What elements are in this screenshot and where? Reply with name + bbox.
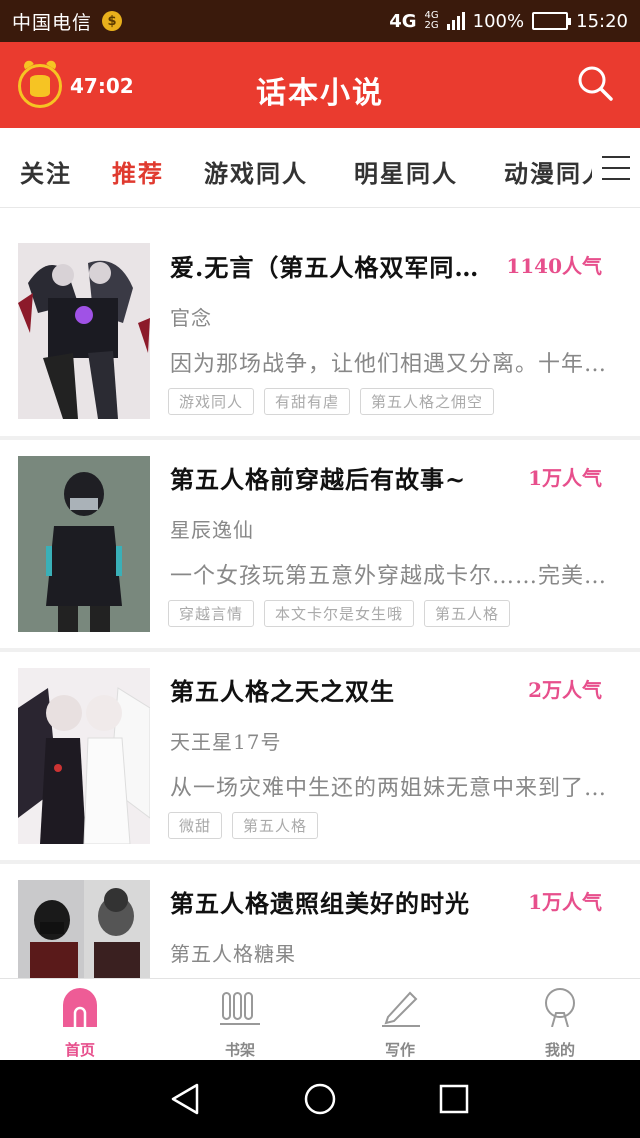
- book-tag[interactable]: 有甜有虐: [264, 388, 351, 415]
- network-small-bottom: 2G: [424, 20, 439, 31]
- book-title[interactable]: 第五人格遗照组美好的时光: [170, 884, 500, 919]
- app-title: 话本小说: [256, 76, 384, 111]
- tab-recommend[interactable]: 推荐: [112, 154, 164, 189]
- book-tag[interactable]: 穿越言情: [168, 600, 255, 627]
- recents-icon[interactable]: [437, 1082, 471, 1116]
- book-description: 因为那场战争，让他们相遇又分离。十年后……: [170, 352, 618, 377]
- book-tag[interactable]: 本文卡尔是女生哦: [264, 600, 415, 627]
- nav-profile[interactable]: 我的: [480, 979, 640, 1060]
- nav-home-label: 首页: [64, 1041, 95, 1059]
- bottom-navigation: 首页 书架 写作 我的: [0, 978, 640, 1060]
- book-title[interactable]: 第五人格之天之双生: [170, 672, 500, 707]
- app-header: 47:02 话本小说: [0, 42, 640, 128]
- book-tags: 穿越言情 本文卡尔是女生哦 第五人格: [168, 600, 511, 627]
- book-tag[interactable]: 第五人格: [424, 600, 511, 627]
- book-tag[interactable]: 第五人格之佣空: [360, 388, 495, 415]
- network-type: 4G: [389, 10, 417, 32]
- book-tag[interactable]: 游戏同人: [168, 388, 255, 415]
- book-card[interactable]: 第五人格之天之双生 2万人气 天王星17号 从一场灾难中生还的两姐妹无意中来到了…: [0, 652, 640, 864]
- search-icon[interactable]: [576, 64, 614, 102]
- book-cover[interactable]: [18, 668, 150, 844]
- bookshelf-icon: [220, 992, 260, 1025]
- book-list[interactable]: 爱.无言（第五人格双军同人） 1140人气 官念 因为那场战争，让他们相遇又分离…: [0, 208, 640, 978]
- carrier-name: 中国电信: [12, 11, 93, 34]
- book-tags: 游戏同人 有甜有虐 第五人格之佣空: [168, 388, 495, 415]
- nav-bookshelf-label: 书架: [224, 1041, 255, 1059]
- battery-icon: [532, 12, 572, 30]
- popularity-count: 1140人气: [506, 254, 602, 278]
- popularity-count: 1万人气: [528, 466, 602, 490]
- profile-icon: [545, 988, 575, 1027]
- nav-home[interactable]: 首页: [0, 979, 160, 1060]
- clock-time: 15:20: [576, 10, 628, 32]
- battery-percent: 100%: [472, 10, 525, 32]
- back-icon[interactable]: [169, 1082, 203, 1116]
- book-author[interactable]: 官念: [170, 302, 212, 331]
- coin-icon: $: [102, 11, 123, 31]
- home-icon: [63, 988, 97, 1027]
- book-card[interactable]: 第五人格前穿越后有故事~ 1万人气 星辰逸仙 一个女孩玩第五意外穿越成卡尔……完…: [0, 440, 640, 652]
- nav-bookshelf[interactable]: 书架: [160, 979, 320, 1060]
- nav-write[interactable]: 写作: [320, 979, 480, 1060]
- status-bar: 中国电信 $ 4G 4G 2G 100% 15:20: [0, 0, 640, 42]
- menu-icon[interactable]: [592, 128, 640, 207]
- tab-celebrity-fanfic[interactable]: 明星同人: [354, 154, 458, 189]
- book-description: 一个女孩玩第五意外穿越成卡尔……完美……: [170, 564, 618, 589]
- popularity-count: 2万人气: [528, 678, 602, 702]
- book-tags: 微甜 第五人格: [168, 812, 319, 839]
- book-card[interactable]: 第五人格遗照组美好的时光 1万人气 第五人格糖果: [0, 864, 640, 978]
- nav-profile-label: 我的: [544, 1041, 575, 1059]
- signal-icon: [446, 12, 465, 30]
- book-cover[interactable]: [18, 880, 150, 978]
- category-tabs: 关注 推荐 游戏同人 明星同人 动漫同人: [0, 128, 640, 208]
- book-tag[interactable]: 第五人格: [232, 812, 319, 839]
- book-cover[interactable]: [18, 243, 150, 419]
- system-navigation-bar: [0, 1060, 640, 1138]
- book-tag[interactable]: 微甜: [168, 812, 223, 839]
- tab-follow[interactable]: 关注: [20, 154, 72, 189]
- book-author[interactable]: 第五人格糖果: [170, 938, 296, 967]
- book-description: 从一场灾难中生还的两姐妹无意中来到了……: [170, 776, 618, 801]
- nav-write-label: 写作: [384, 1041, 415, 1059]
- tab-game-fanfic[interactable]: 游戏同人: [204, 154, 308, 189]
- book-author[interactable]: 星辰逸仙: [170, 514, 254, 543]
- book-author[interactable]: 天王星17号: [170, 726, 281, 755]
- book-card[interactable]: 爱.无言（第五人格双军同人） 1140人气 官念 因为那场战争，让他们相遇又分离…: [0, 208, 640, 440]
- book-title[interactable]: 爱.无言（第五人格双军同人）: [170, 248, 500, 283]
- network-small: 4G 2G: [425, 11, 439, 31]
- pencil-icon: [382, 991, 420, 1027]
- book-cover[interactable]: [18, 456, 150, 632]
- book-title[interactable]: 第五人格前穿越后有故事~: [170, 460, 500, 495]
- home-circle-icon[interactable]: [303, 1082, 337, 1116]
- popularity-count: 1万人气: [528, 890, 602, 914]
